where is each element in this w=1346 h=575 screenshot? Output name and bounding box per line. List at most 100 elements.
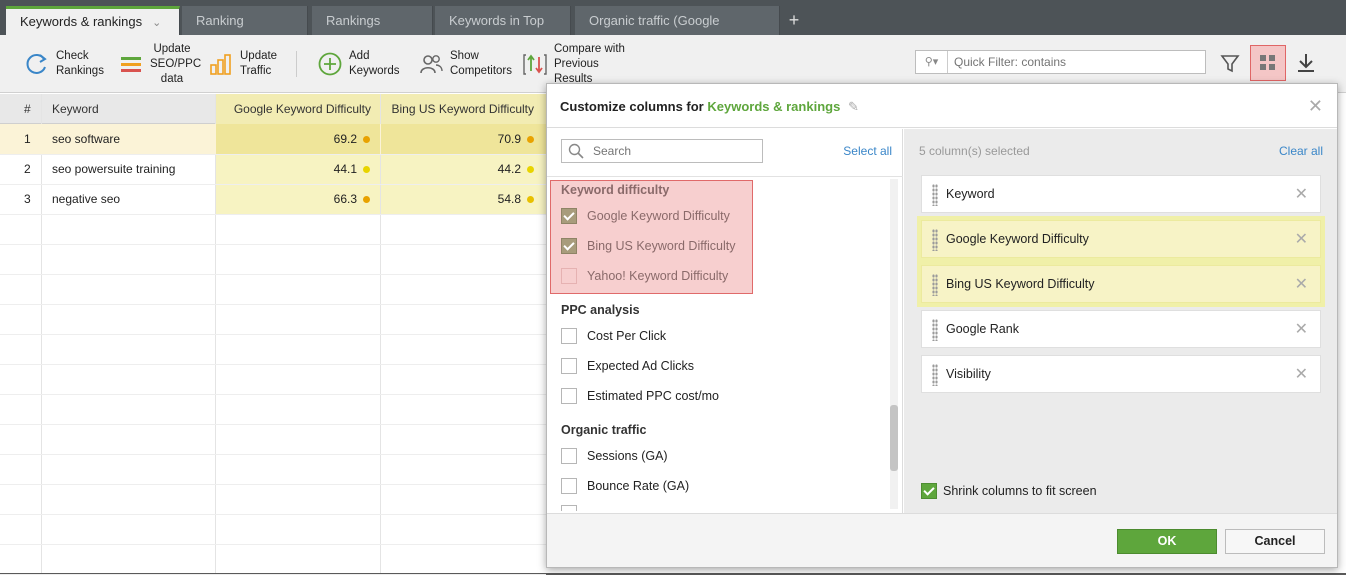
tab-ranking-progress[interactable]: Ranking progress	[182, 6, 308, 57]
cell-bing-kd: 54.8	[381, 184, 546, 214]
filter-button[interactable]	[1212, 45, 1248, 81]
checkbox[interactable]	[561, 388, 577, 404]
row-divider	[0, 484, 546, 485]
option-label: Yahoo! Keyword Difficulty	[587, 269, 729, 283]
customize-columns-button[interactable]	[1250, 45, 1286, 81]
selected-column-item[interactable]: Google Rank ✕	[921, 310, 1321, 348]
tab-organic-traffic[interactable]: Organic traffic (Google Analytics)	[575, 6, 780, 57]
cell-bing-kd: 70.9	[381, 124, 546, 154]
quick-filter[interactable]: ⚲▾	[915, 50, 1206, 74]
option-sessions[interactable]: Sessions (GA)	[561, 446, 668, 466]
selected-column-item[interactable]: Keyword ✕	[921, 175, 1321, 213]
export-button[interactable]	[1288, 45, 1324, 81]
option-estimated-ppc-cost[interactable]: Estimated PPC cost/mo	[561, 386, 719, 406]
clear-all-link[interactable]: Clear all	[1279, 144, 1323, 158]
tab-rankings-details[interactable]: Rankings details	[312, 6, 433, 57]
selected-column-item[interactable]: Bing US Keyword Difficulty ✕	[921, 265, 1321, 303]
cell-keyword: negative seo	[52, 184, 212, 214]
remove-icon[interactable]: ✕	[1295, 364, 1308, 384]
add-keywords-button[interactable]: Add Keywords	[317, 41, 405, 87]
search-input[interactable]	[593, 144, 753, 158]
compare-results-button[interactable]: Compare with Previous Results	[522, 41, 642, 87]
row-divider	[0, 244, 546, 245]
update-seo-ppc-button[interactable]: Update SEO/PPC data	[118, 41, 202, 87]
drag-handle-icon[interactable]	[932, 319, 938, 341]
checkbox[interactable]	[561, 448, 577, 464]
cell-google-kd-text: 44.1	[333, 162, 357, 176]
row-divider	[0, 154, 546, 155]
update-seo-ppc-label: Update SEO/PPC data	[150, 42, 202, 85]
scrollbar-thumb[interactable]	[890, 405, 898, 471]
table-row[interactable]: 2 seo powersuite training 44.1 44.2	[0, 154, 546, 184]
table-row[interactable]: 1 seo software 69.2 70.9	[0, 124, 546, 154]
remove-icon[interactable]: ✕	[1295, 229, 1308, 249]
shrink-columns-option[interactable]: Shrink columns to fit screen	[921, 483, 1097, 499]
table-header: # Keyword Google Keyword Difficulty Bing…	[0, 94, 546, 124]
option-expected-ad-clicks[interactable]: Expected Ad Clicks	[561, 356, 694, 376]
tab-bar: Keywords & rankings ⌄ Ranking progress Ra…	[0, 0, 1346, 57]
checkbox[interactable]	[561, 238, 577, 254]
search-dropdown-icon[interactable]: ⚲▾	[916, 51, 948, 73]
selected-column-item[interactable]: Visibility ✕	[921, 355, 1321, 393]
add-keywords-label: Add Keywords	[349, 50, 400, 77]
tab-keywords-rankings[interactable]: Keywords & rankings ⌄	[6, 6, 180, 35]
col-header-keyword[interactable]: Keyword	[52, 94, 212, 124]
row-divider	[0, 454, 546, 455]
tab-keywords-top10[interactable]: Keywords in Top 10	[435, 6, 571, 57]
remove-icon[interactable]: ✕	[1295, 274, 1308, 294]
remove-icon[interactable]: ✕	[1295, 319, 1308, 339]
col-header-num[interactable]: #	[24, 94, 38, 124]
drag-handle-icon[interactable]	[932, 229, 938, 251]
option-label: Google Keyword Difficulty	[587, 209, 730, 223]
quick-filter-input[interactable]	[954, 54, 1199, 70]
checkbox[interactable]	[561, 328, 577, 344]
available-columns-panel: Select all Keyword difficulty Google Key…	[547, 129, 903, 513]
filter-icon	[1220, 55, 1240, 73]
drag-handle-icon[interactable]	[932, 364, 938, 386]
remove-icon[interactable]: ✕	[1295, 184, 1308, 204]
col-header-bing-kd[interactable]: Bing US Keyword Difficulty	[381, 94, 546, 124]
option-yahoo-kd[interactable]: Yahoo! Keyword Difficulty	[561, 266, 728, 286]
checkbox[interactable]	[561, 208, 577, 224]
update-traffic-label: Update Traffic	[240, 50, 278, 77]
drag-handle-icon[interactable]	[932, 274, 938, 296]
checkbox[interactable]	[561, 505, 577, 511]
checkbox[interactable]	[561, 358, 577, 374]
table-row[interactable]: 3 negative seo 66.3 54.8	[0, 184, 546, 214]
check-rankings-button[interactable]: Check Rankings	[24, 41, 114, 87]
cell-num: 2	[24, 154, 38, 184]
chevron-down-icon[interactable]: ⌄	[152, 11, 161, 36]
row-divider	[0, 184, 546, 185]
show-competitors-button[interactable]: Show Competitors	[418, 41, 512, 87]
checkbox[interactable]	[561, 268, 577, 284]
group-title-keyword-difficulty: Keyword difficulty	[561, 183, 670, 197]
checkbox[interactable]	[921, 483, 937, 499]
option-cost-per-click[interactable]: Cost Per Click	[561, 326, 666, 346]
cell-google-kd: 69.2	[216, 124, 380, 154]
ok-button[interactable]: OK	[1117, 529, 1217, 554]
drag-handle-icon[interactable]	[932, 184, 938, 206]
option-bounce-rate[interactable]: Bounce Rate (GA)	[561, 476, 689, 496]
group-title-ppc: PPC analysis	[561, 303, 640, 317]
select-all-link[interactable]: Select all	[843, 144, 892, 158]
option-partial[interactable]	[561, 503, 587, 511]
dialog-title: Customize columns for Keywords & ranking…	[560, 99, 859, 115]
selected-column-item[interactable]: Google Keyword Difficulty ✕	[921, 220, 1321, 258]
cell-keyword-text: seo powersuite training	[52, 162, 176, 176]
close-icon[interactable]: ✕	[1308, 96, 1323, 117]
pencil-icon[interactable]: ✎	[848, 99, 859, 114]
update-traffic-button[interactable]: Update Traffic	[208, 41, 284, 87]
cell-keyword: seo powersuite training	[52, 154, 212, 184]
col-header-google-kd[interactable]: Google Keyword Difficulty	[216, 94, 380, 124]
option-google-kd[interactable]: Google Keyword Difficulty	[561, 206, 730, 226]
checkbox[interactable]	[561, 478, 577, 494]
compare-arrows-icon	[522, 51, 548, 77]
cancel-button[interactable]: Cancel	[1225, 529, 1325, 554]
selected-count: 5 column(s) selected	[919, 144, 1030, 158]
scrollbar[interactable]	[890, 179, 898, 509]
cell-bing-kd-text: 44.2	[497, 162, 521, 176]
option-label: Cost Per Click	[587, 329, 667, 343]
add-tab-icon[interactable]: +	[786, 8, 802, 32]
option-bing-kd[interactable]: Bing US Keyword Difficulty	[561, 236, 735, 256]
search-field[interactable]	[561, 139, 763, 163]
